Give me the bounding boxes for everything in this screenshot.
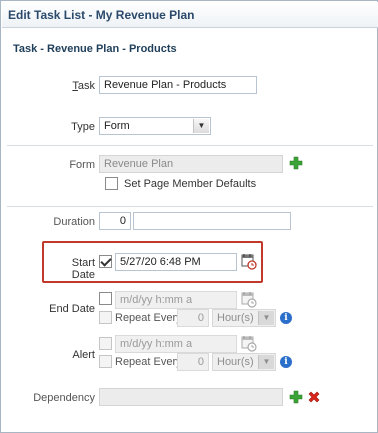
chevron-down-icon: ▼ bbox=[258, 311, 274, 325]
dialog-title: Edit Task List - My Revenue Plan bbox=[2, 2, 378, 28]
add-form-icon[interactable] bbox=[289, 156, 303, 170]
alert-repeat-label: Repeat Every bbox=[115, 356, 182, 368]
calendar-clock-icon[interactable] bbox=[241, 291, 257, 308]
start-date-input[interactable]: 5/27/20 6:48 PM bbox=[115, 253, 237, 271]
dependency-input[interactable] bbox=[99, 388, 283, 406]
end-date-repeat-unit-select[interactable]: Hour(s) ▼ bbox=[212, 309, 276, 327]
alert-repeat-unit-select[interactable]: Hour(s) ▼ bbox=[212, 353, 276, 371]
alert-repeat-checkbox[interactable] bbox=[99, 355, 112, 368]
alert-checkbox[interactable] bbox=[99, 337, 112, 350]
form-input[interactable]: Revenue Plan bbox=[99, 155, 283, 173]
duration-unit-input[interactable] bbox=[133, 212, 291, 230]
alert-repeat-unit-value: Hour(s) bbox=[217, 356, 254, 368]
end-date-repeat-checkbox[interactable] bbox=[99, 311, 112, 324]
task-label: Task bbox=[72, 80, 95, 92]
end-date-repeat-label: Repeat Every bbox=[115, 312, 182, 324]
calendar-clock-icon[interactable] bbox=[241, 253, 257, 270]
info-icon[interactable]: i bbox=[280, 312, 292, 324]
duration-label: Duration bbox=[53, 216, 95, 228]
end-date-repeat-input[interactable]: 0 bbox=[177, 309, 209, 327]
dependency-label: Dependency bbox=[33, 392, 95, 404]
chevron-down-icon: ▼ bbox=[258, 355, 274, 369]
divider bbox=[7, 206, 373, 207]
set-page-member-defaults-checkbox[interactable] bbox=[105, 177, 118, 190]
end-date-repeat-unit-value: Hour(s) bbox=[217, 312, 254, 324]
info-icon[interactable]: i bbox=[280, 356, 292, 368]
alert-repeat-input[interactable]: 0 bbox=[177, 353, 209, 371]
divider bbox=[7, 145, 373, 146]
type-select[interactable]: Form ▼ bbox=[99, 117, 211, 135]
duration-input[interactable]: 0 bbox=[99, 212, 131, 230]
section-title: Task - Revenue Plan - Products bbox=[13, 43, 177, 55]
type-select-value: Form bbox=[104, 120, 130, 132]
alert-label: Alert bbox=[72, 349, 95, 361]
end-date-label: End Date bbox=[49, 303, 95, 315]
edit-task-list-dialog: Edit Task List - My Revenue Plan Task - … bbox=[0, 0, 378, 433]
calendar-clock-icon[interactable] bbox=[241, 335, 257, 352]
end-date-input[interactable]: m/d/yy h:mm a bbox=[115, 291, 237, 309]
type-label: Type bbox=[71, 121, 95, 133]
alert-input[interactable]: m/d/yy h:mm a bbox=[115, 335, 237, 353]
start-date-label: Start Date bbox=[71, 257, 95, 281]
form-label: Form bbox=[69, 159, 95, 171]
add-dependency-icon[interactable] bbox=[289, 390, 303, 404]
task-name-input[interactable]: Revenue Plan - Products bbox=[99, 76, 257, 94]
end-date-checkbox[interactable] bbox=[99, 292, 112, 305]
start-date-checkbox[interactable] bbox=[99, 255, 112, 268]
delete-dependency-icon[interactable] bbox=[307, 390, 321, 404]
chevron-down-icon: ▼ bbox=[193, 119, 209, 133]
set-page-member-defaults-label: Set Page Member Defaults bbox=[124, 178, 257, 190]
